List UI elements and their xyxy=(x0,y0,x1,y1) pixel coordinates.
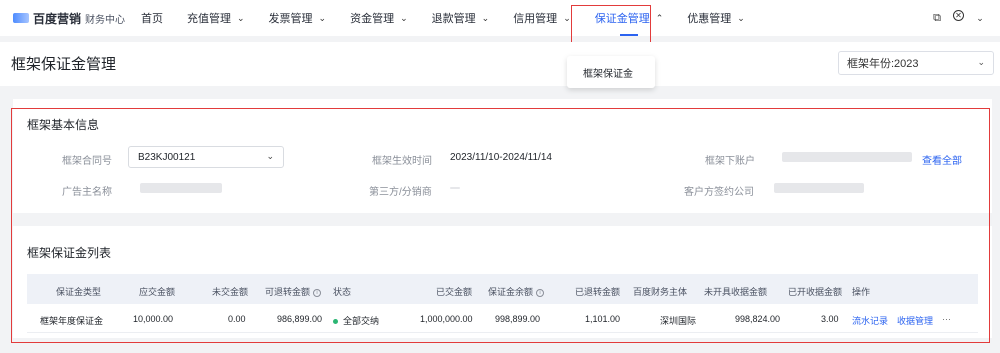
nav-item-label: 资金管理 xyxy=(350,13,395,25)
info-icon[interactable]: i xyxy=(313,288,322,297)
logo-text: 百度营销 xyxy=(33,11,82,26)
col-header-balance-label: 保证金余额 xyxy=(488,287,534,297)
copy-icon[interactable]: ⧉ xyxy=(929,10,945,26)
nav-item-refund[interactable]: 退款管理 ⌄ xyxy=(432,0,490,36)
cell-paid: 1,000,000.00 xyxy=(420,314,473,324)
nav-item-recharge[interactable]: 充值管理 ⌄ xyxy=(187,0,245,36)
col-header-type: 保证金类型 xyxy=(56,287,102,297)
nav-item-deposit[interactable]: 保证金管理 ⌃ xyxy=(594,0,664,36)
flow-record-link[interactable]: 流水记录 xyxy=(852,314,888,327)
more-actions-button[interactable]: ··· xyxy=(942,314,951,324)
logo-subtitle: 财务中心 xyxy=(85,14,126,26)
col-header-balance: 保证金余额 i xyxy=(488,285,545,298)
chevron-down-icon: ⌄ xyxy=(563,12,571,23)
nav-item-label: 首页 xyxy=(141,13,163,25)
nav-item-label: 信用管理 xyxy=(513,13,558,25)
frame-year-select[interactable]: 框架年份:2023 ⌄ xyxy=(838,51,994,75)
advertiser-label: 广告主名称 xyxy=(62,187,112,198)
nav-item-funds[interactable]: 资金管理 ⌄ xyxy=(350,0,408,36)
advertiser-value-redacted xyxy=(140,183,222,193)
col-header-unreceipted: 未开具收据金额 xyxy=(704,287,768,297)
cell-status-text: 全部交纳 xyxy=(343,316,380,326)
cell-status: 全部交纳 xyxy=(333,314,379,327)
chevron-down-icon[interactable]: ⌄ xyxy=(972,10,988,26)
col-header-unpaid: 未交金额 xyxy=(212,287,249,297)
page-title: 框架保证金管理 xyxy=(11,56,117,73)
row-divider xyxy=(27,332,978,333)
top-navigation: 百度营销 财务中心 首页 充值管理 ⌄ 发票管理 ⌄ 资金管理 ⌄ 退款管理 ⌄ 信用管… xyxy=(0,0,1000,36)
info-icon[interactable]: i xyxy=(536,288,545,297)
sub-accounts-value-redacted xyxy=(782,152,912,162)
col-header-receipted: 已开收据金额 xyxy=(788,287,843,297)
col-header-refunded: 已退转金额 xyxy=(575,287,621,297)
logo[interactable]: 百度营销 财务中心 xyxy=(13,10,141,27)
chevron-down-icon: ⌄ xyxy=(977,57,985,67)
cell-type: 框架年度保证金 xyxy=(40,316,104,326)
sub-accounts-label: 框架下账户 xyxy=(705,156,755,167)
chevron-down-icon: ⌄ xyxy=(400,12,408,23)
service-company-value-redacted xyxy=(774,183,864,193)
close-circle-icon[interactable]: ✕ xyxy=(953,10,964,21)
service-company-label: 客户方签约公司 xyxy=(684,187,754,198)
contract-no-select[interactable]: B23KJ00121 ⌄ xyxy=(128,146,284,168)
chevron-down-icon: ⌄ xyxy=(481,12,490,23)
third-party-label: 第三方/分销商 xyxy=(369,187,432,198)
contract-no-label: 框架合同号 xyxy=(62,156,112,167)
view-all-link[interactable]: 查看全部 xyxy=(922,152,962,167)
chevron-down-icon: ⌄ xyxy=(237,12,245,23)
frame-year-value: 框架年份:2023 xyxy=(847,58,919,70)
status-dot-icon xyxy=(333,319,338,325)
nav-item-credit[interactable]: 信用管理 ⌄ xyxy=(513,0,571,36)
col-header-status: 状态 xyxy=(333,287,352,297)
nav-item-label: 保证金管理 xyxy=(594,13,650,25)
logo-mark-icon xyxy=(13,13,29,23)
effective-time-value: 2023/11/10-2024/11/14 xyxy=(450,152,552,163)
chevron-down-icon: ⌄ xyxy=(737,12,745,23)
deposit-list-title: 框架保证金列表 xyxy=(27,246,112,260)
nav-item-label: 优惠管理 xyxy=(687,13,732,25)
effective-time-label: 框架生效时间 xyxy=(372,156,432,167)
cell-receipted: 3.00 xyxy=(821,314,839,324)
cell-balance: 998,899.00 xyxy=(495,314,541,324)
nav-item-home[interactable]: 首页 xyxy=(141,0,163,36)
chevron-down-icon: ⌄ xyxy=(266,151,274,161)
nav-item-label: 退款管理 xyxy=(431,13,476,25)
col-header-payable: 应交金额 xyxy=(139,287,176,297)
nav-item-invoice[interactable]: 发票管理 ⌄ xyxy=(269,0,327,36)
col-header-refundable-label: 可退转金额 xyxy=(265,287,311,297)
dropdown-item-frame-deposit[interactable]: 框架保证金 xyxy=(583,65,633,80)
nav-item-discount[interactable]: 优惠管理 ⌄ xyxy=(687,0,745,36)
receipt-management-link[interactable]: 收据管理 xyxy=(897,314,933,327)
cell-payable: 10,000.00 xyxy=(133,314,174,324)
chevron-up-icon: ⌃ xyxy=(655,12,664,23)
contract-no-value: B23KJ00121 xyxy=(138,151,196,163)
nav-item-label: 充值管理 xyxy=(187,13,231,25)
col-header-refundable: 可退转金额 i xyxy=(265,285,322,298)
col-header-paid: 已交金额 xyxy=(436,287,473,297)
col-header-actions: 操作 xyxy=(852,287,871,297)
cell-entity: 深圳国际 xyxy=(660,316,697,326)
cell-unreceipted: 998,824.00 xyxy=(735,314,781,324)
basic-info-title: 框架基本信息 xyxy=(27,118,100,132)
deposit-dropdown-menu: 框架保证金 xyxy=(567,56,655,88)
chevron-down-icon: ⌄ xyxy=(318,12,327,23)
cell-unpaid: 0.00 xyxy=(228,314,246,324)
nav-item-label: 发票管理 xyxy=(268,13,313,25)
cell-refundable: 986,899.00 xyxy=(277,314,323,324)
col-header-entity: 百度财务主体 xyxy=(633,287,688,297)
third-party-value-redacted xyxy=(450,187,460,189)
cell-refunded: 1,101.00 xyxy=(585,314,621,324)
